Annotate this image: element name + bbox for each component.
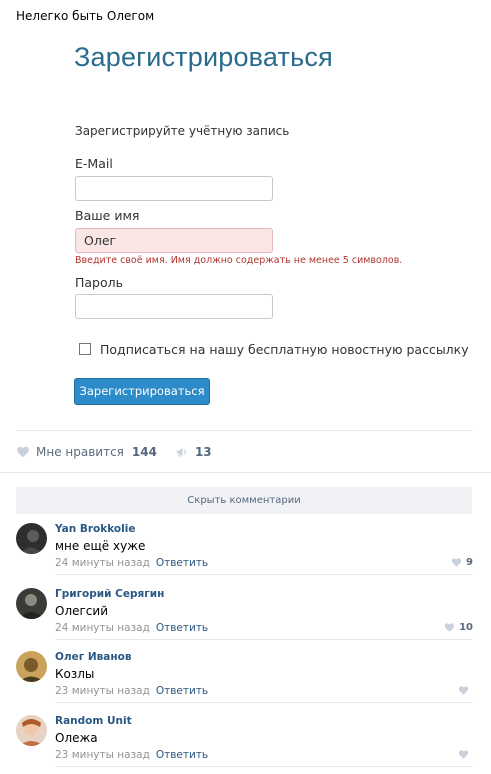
comment-text: мне ещё хуже xyxy=(55,539,146,553)
name-field[interactable]: Олег xyxy=(75,228,273,253)
registration-screenshot: Зарегистрироваться Зарегистрируйте учётн… xyxy=(60,32,469,417)
avatar[interactable] xyxy=(16,523,47,554)
reply-link[interactable]: Ответить xyxy=(156,749,208,761)
comment-meta: 24 минуты назад Ответить xyxy=(55,622,208,634)
comment-time[interactable]: 23 минуты назад xyxy=(55,749,150,761)
email-field[interactable] xyxy=(75,176,273,201)
comment-time[interactable]: 23 минуты назад xyxy=(55,685,150,697)
post-title: Нелегко быть Олегом xyxy=(16,9,155,23)
post-actions: Мне нравится 144 13 xyxy=(16,443,212,461)
comment-item: Олег Иванов Козлы 23 минуты назад Ответит… xyxy=(16,643,473,703)
comment-like[interactable] xyxy=(458,749,473,760)
share-count: 13 xyxy=(194,445,212,459)
registration-heading: Зарегистрироваться xyxy=(74,42,333,72)
heart-icon xyxy=(458,750,469,759)
heart-icon xyxy=(458,686,469,695)
name-error-message: Введите своё имя. Имя должно содержать н… xyxy=(75,255,403,266)
like-button[interactable]: Мне нравится xyxy=(36,445,124,459)
comment-divider xyxy=(55,574,473,575)
reply-link[interactable]: Ответить xyxy=(156,557,208,569)
comment-divider xyxy=(55,766,473,767)
comment-meta: 24 минуты назад Ответить xyxy=(55,557,208,569)
password-label: Пароль xyxy=(75,275,123,290)
password-field[interactable] xyxy=(75,294,273,319)
hide-comments-button[interactable]: Скрыть комментарии xyxy=(16,487,472,514)
avatar[interactable] xyxy=(16,651,47,682)
comment-time[interactable]: 24 минуты назад xyxy=(55,557,150,569)
comment-author[interactable]: Григорий Серягин xyxy=(55,588,164,600)
like-count: 144 xyxy=(131,445,157,459)
post-divider xyxy=(16,430,473,431)
register-button[interactable]: Зарегистрироваться xyxy=(74,378,210,405)
avatar[interactable] xyxy=(16,715,47,746)
section-divider xyxy=(0,472,491,473)
comment-divider xyxy=(55,702,473,703)
comment-item: Random Unit Олежа 23 минуты назад Ответит… xyxy=(16,707,473,767)
registration-subtitle: Зарегистрируйте учётную запись xyxy=(75,124,290,138)
reply-link[interactable]: Ответить xyxy=(156,622,208,634)
comment-like[interactable]: 10 xyxy=(444,622,473,633)
comment-time[interactable]: 24 минуты назад xyxy=(55,622,150,634)
name-label: Ваше имя xyxy=(75,208,140,223)
comment-item: Григорий Серягин Олегсий 24 минуты назад… xyxy=(16,580,473,640)
comment-like[interactable]: 9 xyxy=(451,557,473,568)
heart-icon[interactable] xyxy=(16,445,30,459)
comment-like[interactable] xyxy=(458,685,473,696)
newsletter-label: Подписаться на нашу бесплатную новостную… xyxy=(100,342,469,357)
reply-link[interactable]: Ответить xyxy=(156,685,208,697)
email-label: E-Mail xyxy=(75,156,113,171)
comment-author[interactable]: Yan Brokkolie xyxy=(55,523,135,535)
comment-text: Олегсий xyxy=(55,604,108,618)
megaphone-icon[interactable] xyxy=(175,445,189,459)
comment-author[interactable]: Random Unit xyxy=(55,715,132,727)
comment-item: Yan Brokkolie мне ещё хуже 24 минуты наз… xyxy=(16,515,473,575)
avatar[interactable] xyxy=(16,588,47,619)
comment-text: Олежа xyxy=(55,731,98,745)
comment-like-count: 9 xyxy=(466,557,473,568)
comment-text: Козлы xyxy=(55,667,95,681)
heart-icon xyxy=(451,558,462,567)
comment-divider xyxy=(55,639,473,640)
comment-meta: 23 минуты назад Ответить xyxy=(55,685,208,697)
comment-author[interactable]: Олег Иванов xyxy=(55,651,132,663)
heart-icon xyxy=(444,623,455,632)
newsletter-checkbox[interactable] xyxy=(79,343,91,355)
comment-meta: 23 минуты назад Ответить xyxy=(55,749,208,761)
comment-like-count: 10 xyxy=(459,622,473,633)
